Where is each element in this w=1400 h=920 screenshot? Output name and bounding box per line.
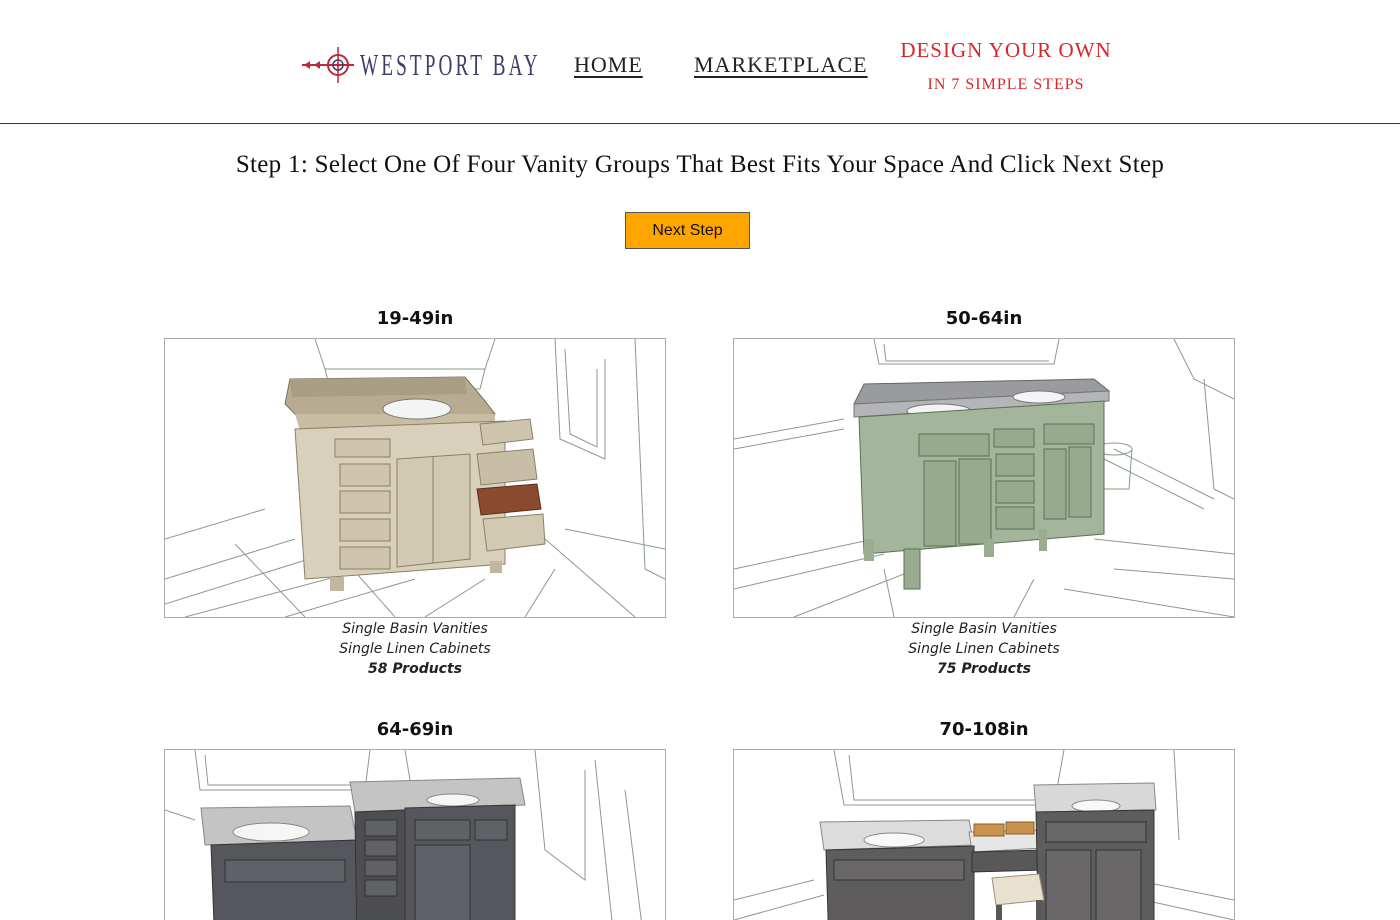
group-line-2: Single Linen Cabinets <box>339 641 491 657</box>
design-your-own-title: DESIGN YOUR OWN <box>900 38 1112 62</box>
compass-logo-icon <box>302 47 354 83</box>
vanity-group-image[interactable] <box>733 338 1235 618</box>
next-step-button[interactable]: Next Step <box>625 212 750 249</box>
vanity-group-image[interactable] <box>733 749 1235 920</box>
vanity-group-50-64: 50-64in Single Basin Vanities Single Lin… <box>733 306 1235 679</box>
group-line-1: Single Basin Vanities <box>911 621 1057 637</box>
group-line-1: Single Basin Vanities <box>342 621 488 637</box>
logo-text: WESTPORT BAY <box>360 47 541 82</box>
vanity-group-image[interactable] <box>164 749 666 920</box>
group-product-count: 58 Products <box>367 661 463 677</box>
vanity-group-70-108: 70-108in <box>733 717 1235 920</box>
group-description: Single Basin Vanities Single Linen Cabin… <box>733 619 1235 679</box>
group-line-2: Single Linen Cabinets <box>908 641 1060 657</box>
vanity-group-19-49: 19-49in Single Basin Vanities Single Lin… <box>164 306 666 679</box>
group-size-label: 64-69in <box>376 719 454 740</box>
group-description: Single Basin Vanities Single Linen Cabin… <box>164 619 666 679</box>
step-title: Step 1: Select One Of Four Vanity Groups… <box>235 151 1165 178</box>
design-your-own-link[interactable]: DESIGN YOUR OWN IN 7 SIMPLE STEPS <box>880 38 1132 94</box>
design-your-own-subtitle: IN 7 SIMPLE STEPS <box>927 76 1085 93</box>
nav-home-link[interactable]: HOME <box>574 52 643 78</box>
group-size-label: 19-49in <box>376 308 454 329</box>
vanity-group-64-69: 64-69in <box>164 717 666 920</box>
vanity-group-image[interactable] <box>164 338 666 618</box>
group-size-label: 70-108in <box>939 719 1029 740</box>
nav-marketplace-link[interactable]: MARKETPLACE <box>694 52 868 78</box>
group-size-label: 50-64in <box>945 308 1023 329</box>
site-header: WESTPORT BAY HOME MARKETPLACE DESIGN YOU… <box>0 0 1400 124</box>
group-product-count: 75 Products <box>936 661 1032 677</box>
